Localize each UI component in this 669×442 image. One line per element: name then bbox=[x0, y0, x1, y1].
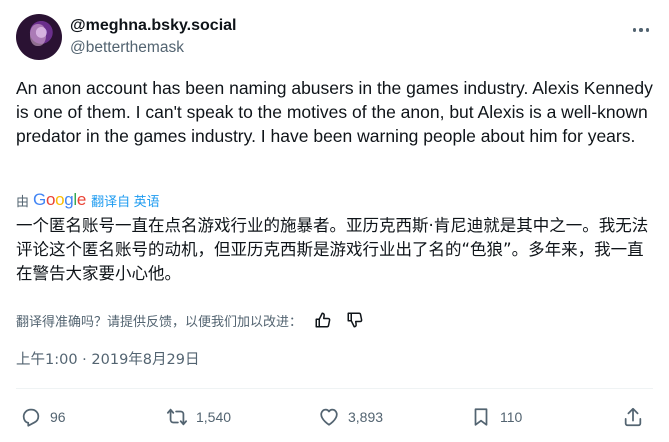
bookmark-count: 110 bbox=[500, 409, 523, 425]
tweet-header: @meghna.bsky.social @betterthemask bbox=[16, 14, 653, 64]
reply-icon bbox=[22, 408, 40, 427]
share-icon bbox=[624, 407, 642, 427]
share-button[interactable] bbox=[622, 402, 644, 432]
repost-button[interactable]: 1,540 bbox=[166, 402, 231, 432]
avatar[interactable] bbox=[16, 14, 62, 60]
translated-text: 一个匿名账号一直在点名游戏行业的施暴者。亚历克西斯·肯尼迪就是其中之一。我无法评… bbox=[16, 216, 649, 283]
translation-attribution: 由 Google 翻译自 英语 bbox=[16, 190, 160, 210]
tweet-text: An anon account has been naming abusers … bbox=[16, 78, 653, 146]
reply-button[interactable]: 96 bbox=[20, 402, 66, 432]
google-logo: Google bbox=[33, 190, 87, 209]
reply-count: 96 bbox=[50, 409, 66, 425]
more-icon[interactable] bbox=[629, 20, 653, 40]
like-count: 3,893 bbox=[348, 409, 384, 425]
heart-icon bbox=[320, 408, 338, 426]
author-display-name[interactable]: @meghna.bsky.social bbox=[70, 16, 236, 36]
divider bbox=[16, 388, 653, 389]
repost-count: 1,540 bbox=[196, 409, 232, 425]
translation-feedback: 翻译得准确吗？请提供反馈，以便我们加以改进： bbox=[16, 309, 366, 331]
repost-icon bbox=[166, 408, 188, 426]
thumbs-down-icon[interactable] bbox=[344, 309, 366, 331]
like-button[interactable]: 3,893 bbox=[318, 402, 383, 432]
thumbs-up-icon[interactable] bbox=[312, 309, 334, 331]
translated-from-link[interactable]: 翻译自 英语 bbox=[91, 191, 160, 210]
bookmark-button[interactable]: 110 bbox=[470, 402, 522, 432]
translated-by-label: 由 bbox=[16, 193, 30, 209]
bookmark-icon bbox=[474, 408, 488, 426]
author-handle[interactable]: @betterthemask bbox=[70, 38, 236, 58]
author-names: @meghna.bsky.social @betterthemask bbox=[70, 16, 236, 58]
tweet-timestamp[interactable]: 上午1:00 · 2019年8月29日 bbox=[16, 350, 199, 370]
tweet-actions: 96 1,540 3,893 110 bbox=[16, 402, 653, 432]
feedback-prompt: 翻译得准确吗？请提供反馈，以便我们加以改进： bbox=[16, 314, 303, 330]
